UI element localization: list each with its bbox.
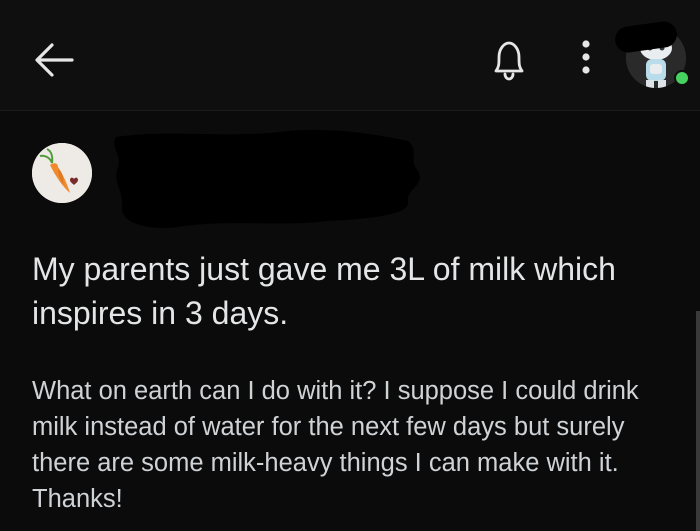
- more-vertical-icon: [582, 40, 590, 74]
- more-options-button[interactable]: [570, 36, 602, 80]
- arrow-left-icon: [35, 43, 74, 77]
- back-button[interactable]: [30, 36, 78, 84]
- post-author-avatar[interactable]: [32, 143, 92, 203]
- online-status-dot: [674, 70, 690, 86]
- post-title: My parents just gave me 3L of milk which…: [32, 251, 616, 331]
- scrollbar[interactable]: [696, 311, 700, 531]
- bell-icon: [494, 41, 524, 81]
- post-content: My parents just gave me 3L of milk which…: [0, 111, 700, 531]
- carrot-avatar-icon: [32, 143, 92, 203]
- post-body: What on earth can I do with it? I suppos…: [32, 377, 639, 513]
- notifications-button[interactable]: [484, 38, 534, 82]
- redacted-author-info: [114, 129, 420, 229]
- top-app-bar: [0, 0, 700, 111]
